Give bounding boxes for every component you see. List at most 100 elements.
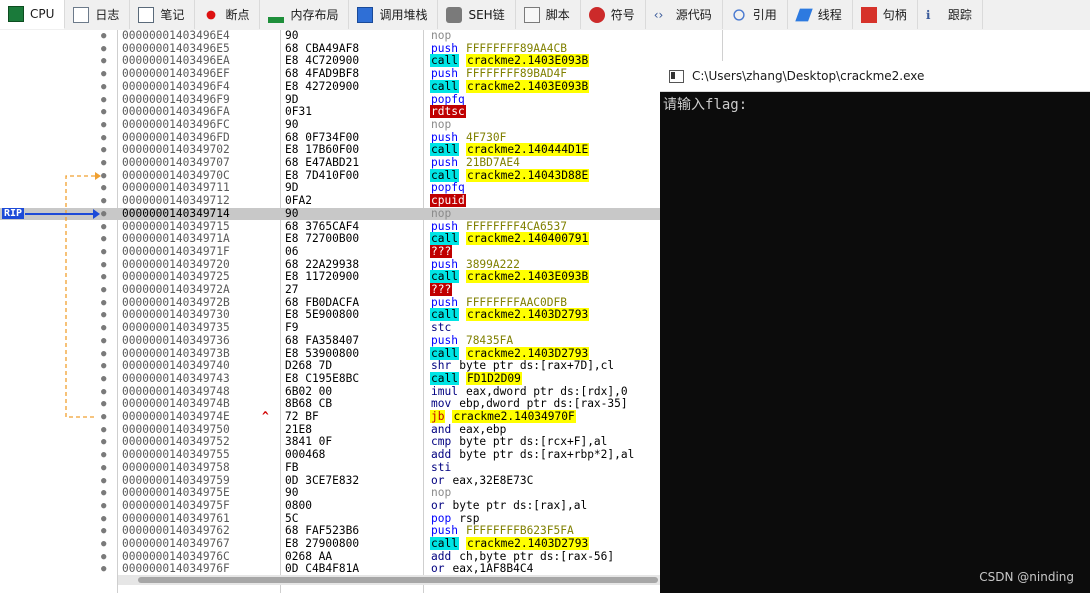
mnemonic: push: [431, 156, 458, 169]
mnemonic: or: [431, 562, 445, 576]
disassembly: nop: [430, 117, 452, 132]
operand: byte ptr ds:[rax],al: [452, 498, 588, 512]
cpu-icon: [8, 6, 24, 22]
tab-call-stack[interactable]: 调用堆栈: [349, 0, 439, 29]
operand: eax,ebp: [459, 422, 507, 436]
disassembly: shr byte ptr ds:[rax+7D],cl: [430, 359, 614, 373]
opcode-bytes: FB: [285, 460, 299, 474]
address: 0000000140349735: [122, 321, 230, 335]
disassembly: ???: [430, 283, 453, 297]
console-output: 请输入flag:: [663, 97, 748, 113]
mnemonic: push: [431, 130, 458, 144]
operand: 3899A222: [465, 257, 520, 271]
tab-handles[interactable]: 句柄: [853, 0, 918, 29]
tab-label: 断点: [225, 8, 250, 22]
tab-trace[interactable]: ℹ 跟踪: [918, 0, 983, 29]
operand: FFFFFFFFAAC0DFB: [465, 295, 567, 309]
address: 000000014034972A: [122, 283, 230, 296]
tab-label: CPU: [30, 7, 55, 21]
mnemonic: push: [431, 257, 458, 271]
tab-label: 跟踪: [947, 8, 972, 22]
mnemonic: nop: [431, 117, 452, 131]
mnemonic: popfq: [431, 181, 465, 195]
mnemonic: popfq: [431, 92, 465, 106]
jump-arrow-line: [65, 175, 95, 418]
source-icon: ‹›: [653, 7, 664, 22]
disassembly-view[interactable]: ● 00000001403496E4 90 nop ● 00000001403496E5 6…: [0, 30, 660, 593]
opcode-bytes: 68 FA358407: [285, 333, 360, 347]
tab-memory-map[interactable]: 内存布局: [260, 0, 350, 29]
tab-breakpoint[interactable]: 断点: [195, 0, 261, 29]
mnemonic: and: [431, 422, 452, 436]
console-title: C:\Users\zhang\Desktop\crackme2.exe: [692, 69, 925, 83]
tab-script[interactable]: 脚本: [516, 0, 581, 29]
opcode-bytes: F9: [285, 321, 299, 335]
disassembly: push 21BD7AE4: [430, 156, 520, 170]
disassembly: or byte ptr ds:[rax],al: [430, 498, 588, 513]
mnemonic: rdtsc: [430, 105, 466, 119]
tab-cpu[interactable]: CPU: [0, 0, 66, 29]
tab-seh-chain[interactable]: SEH链: [438, 0, 516, 29]
opcode-bytes: 90: [285, 30, 299, 42]
opcode-bytes: E8 72700B00: [285, 232, 360, 246]
mnemonic: nop: [431, 486, 452, 500]
trace-icon: ℹ: [925, 7, 931, 22]
operand: ebp,dword ptr ds:[rax-35]: [459, 397, 628, 411]
operand: FFFFFFFF89BAD4F: [465, 67, 567, 81]
rip-arrow-head: [93, 209, 100, 219]
address: 0000000140349767: [122, 537, 230, 550]
console-title-bar[interactable]: C:\Users\zhang\Desktop\crackme2.exe: [660, 61, 1090, 92]
tab-threads[interactable]: 线程: [788, 0, 853, 29]
opcode-bytes: 68 4FAD9BF8: [285, 67, 360, 81]
mnemonic: push: [431, 41, 458, 55]
disassembly: stc: [430, 321, 452, 335]
console-window-icon: [669, 69, 684, 83]
jump-arrow-head: [95, 172, 101, 180]
console-window[interactable]: C:\Users\zhang\Desktop\crackme2.exe 请输入f…: [660, 61, 1090, 593]
mnemonic: push: [431, 67, 458, 81]
mnemonic: nop: [431, 206, 452, 220]
jump-arrows: [25, 172, 101, 418]
mnemonic: call: [430, 168, 459, 182]
tab-log[interactable]: 日志: [65, 0, 131, 29]
disassembly: add byte ptr ds:[rax+rbp*2],al: [430, 448, 635, 462]
mnemonic: push: [431, 295, 458, 309]
horizontal-scrollbar[interactable]: [118, 575, 660, 585]
opcode-bytes: 68 E47ABD21: [285, 156, 360, 169]
opcode-bytes: 0F31: [285, 105, 312, 119]
opcode-bytes: 000468: [285, 448, 326, 462]
address: 0000000140349736: [122, 333, 230, 347]
jump-up-marker: ^: [262, 410, 269, 423]
operand: ch,byte ptr ds:[rax-56]: [459, 549, 615, 563]
mnemonic: call: [430, 232, 459, 246]
mnemonic: imul: [431, 384, 458, 398]
scrollbar-thumb[interactable]: [138, 577, 658, 583]
operand: eax,1AF8B4C4: [452, 562, 534, 576]
log-icon: [73, 6, 90, 23]
address: 00000001403496E4: [122, 30, 230, 42]
address: 000000014034971A: [122, 232, 230, 246]
opcode-bytes: 0800: [285, 498, 312, 512]
mnemonic: nop: [431, 30, 452, 42]
column-separator: [722, 30, 723, 62]
operand: crackme2.140444D1E: [465, 143, 590, 157]
operand: crackme2.140400791: [465, 232, 590, 246]
mnemonic: call: [430, 537, 459, 550]
mnemonic: push: [431, 219, 458, 233]
memory-map-icon: [268, 16, 285, 23]
tab-label: 引用: [752, 8, 777, 22]
tab-symbols[interactable]: 符号: [581, 0, 646, 29]
mnemonic: add: [431, 549, 452, 563]
operand: byte ptr ds:[rax+rbp*2],al: [459, 448, 635, 462]
tab-source[interactable]: ‹› 源代码: [646, 0, 723, 29]
tab-label: 笔记: [160, 8, 185, 22]
address: 0000000140349712: [122, 194, 230, 208]
operand: eax,32E8E73C: [452, 473, 534, 487]
disassembly: call crackme2.140400791: [430, 232, 590, 246]
opcode-bytes: 27: [285, 283, 299, 296]
tab-references[interactable]: 引用: [723, 0, 788, 29]
operand: FFFFFFFF4CA6537: [465, 219, 567, 233]
tab-notes[interactable]: 笔记: [130, 0, 196, 29]
disassembly: sti: [430, 461, 452, 475]
mnemonic: pop: [431, 511, 452, 525]
